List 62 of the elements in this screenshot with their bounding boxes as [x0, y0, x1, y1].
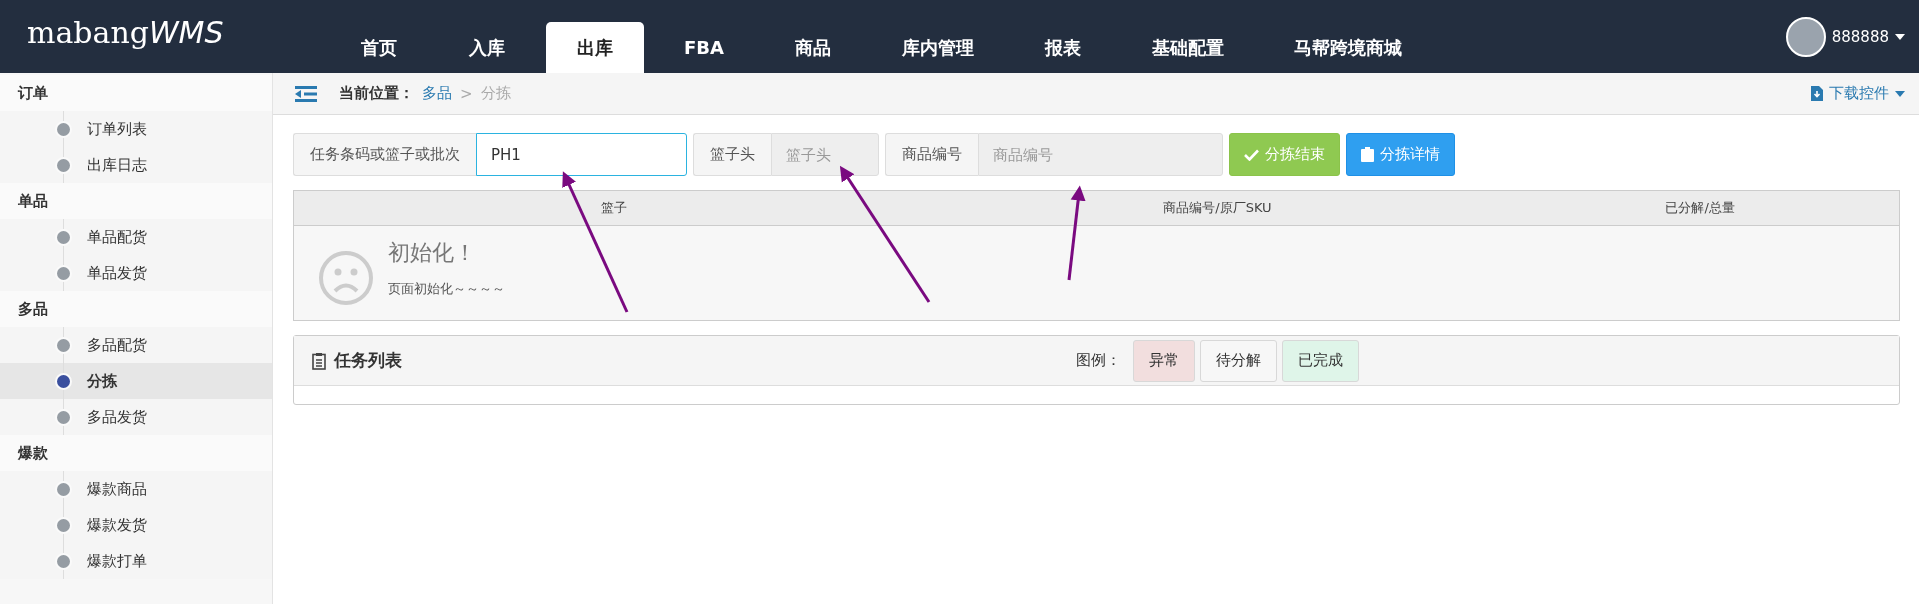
input-field[interactable]: 商品编号 [978, 133, 1223, 176]
dot-icon [57, 266, 70, 280]
sidebar-item[interactable]: 分拣 [0, 363, 272, 399]
dot-icon [57, 518, 70, 532]
legend-tag: 异常 [1133, 339, 1195, 382]
nav-tab[interactable]: 报表 [1013, 22, 1112, 73]
breadcrumb-separator: > [460, 84, 473, 103]
dot-icon [57, 230, 70, 244]
breadcrumb-label: 当前位置： [339, 84, 414, 103]
dot-icon [57, 410, 70, 424]
sidebar-item-label: 多品配货 [87, 335, 147, 355]
logo: mabangWMS [27, 15, 225, 50]
panel-title: 任务列表 [334, 349, 402, 372]
nav-tab[interactable]: FBA [654, 22, 754, 73]
legend-label: 图例： [1076, 351, 1121, 370]
sidebar-item-label: 单品发货 [87, 263, 147, 283]
sidebar-item-label: 订单列表 [87, 119, 147, 139]
file-download-icon [1811, 86, 1823, 101]
field-label: 篮子头 [693, 133, 771, 176]
dot-icon [57, 122, 70, 136]
nav-tab[interactable]: 出库 [546, 22, 644, 73]
dot-icon [57, 482, 70, 496]
dot-icon [57, 554, 70, 568]
sidebar-item-label: 爆款发货 [87, 515, 147, 535]
user-name[interactable]: 888888 [1831, 27, 1889, 46]
sad-face-icon [318, 250, 374, 306]
dot-icon [57, 158, 70, 172]
nav-tab[interactable]: 入库 [438, 22, 536, 73]
nav-tab[interactable]: 商品 [763, 22, 862, 73]
nav-tab[interactable]: 基础配置 [1121, 22, 1254, 73]
field-label: 商品编号 [885, 133, 978, 176]
sidebar-item-label: 爆款商品 [87, 479, 147, 499]
field-label: 任务条码或篮子或批次 [293, 133, 476, 176]
menu-collapse-icon[interactable] [295, 85, 317, 102]
sidebar-item-label: 分拣 [87, 371, 117, 391]
nav-tab[interactable]: 首页 [330, 22, 428, 73]
sidebar-item-label: 多品发货 [87, 407, 147, 427]
check-icon [1244, 148, 1259, 161]
avatar[interactable] [1785, 16, 1826, 57]
clipboard-icon [312, 351, 326, 370]
sidebar-item-label: 单品配货 [87, 227, 147, 247]
sidebar-item-label: 出库日志 [87, 155, 147, 175]
input-field[interactable]: 篮子头 [771, 133, 879, 176]
dot-icon [57, 374, 70, 388]
breadcrumb-current: 分拣 [480, 84, 511, 103]
empty-message: 页面初始化～～～～ [388, 280, 505, 298]
empty-title: 初始化！ [388, 239, 477, 267]
dot-icon [57, 338, 70, 352]
download-link[interactable]: 下载控件 [1811, 84, 1905, 103]
sidebar-item-label: 爆款打单 [87, 551, 147, 571]
legend-tag: 待分解 [1200, 339, 1277, 382]
input-field[interactable]: PH1 [476, 133, 687, 176]
clipboard-icon [1361, 147, 1374, 162]
nav-tab[interactable]: 马帮跨境商城 [1263, 22, 1432, 73]
caret-icon [1895, 33, 1905, 40]
legend-tag: 已完成 [1282, 339, 1359, 382]
column-header: 篮子 [599, 199, 628, 217]
caret-icon [1895, 90, 1905, 97]
nav-tab[interactable]: 库内管理 [871, 22, 1004, 73]
breadcrumb-link[interactable]: 多品 [422, 84, 452, 103]
column-header: 商品编号/原厂SKU [1162, 199, 1273, 217]
column-header: 已分解/总量 [1664, 199, 1736, 217]
